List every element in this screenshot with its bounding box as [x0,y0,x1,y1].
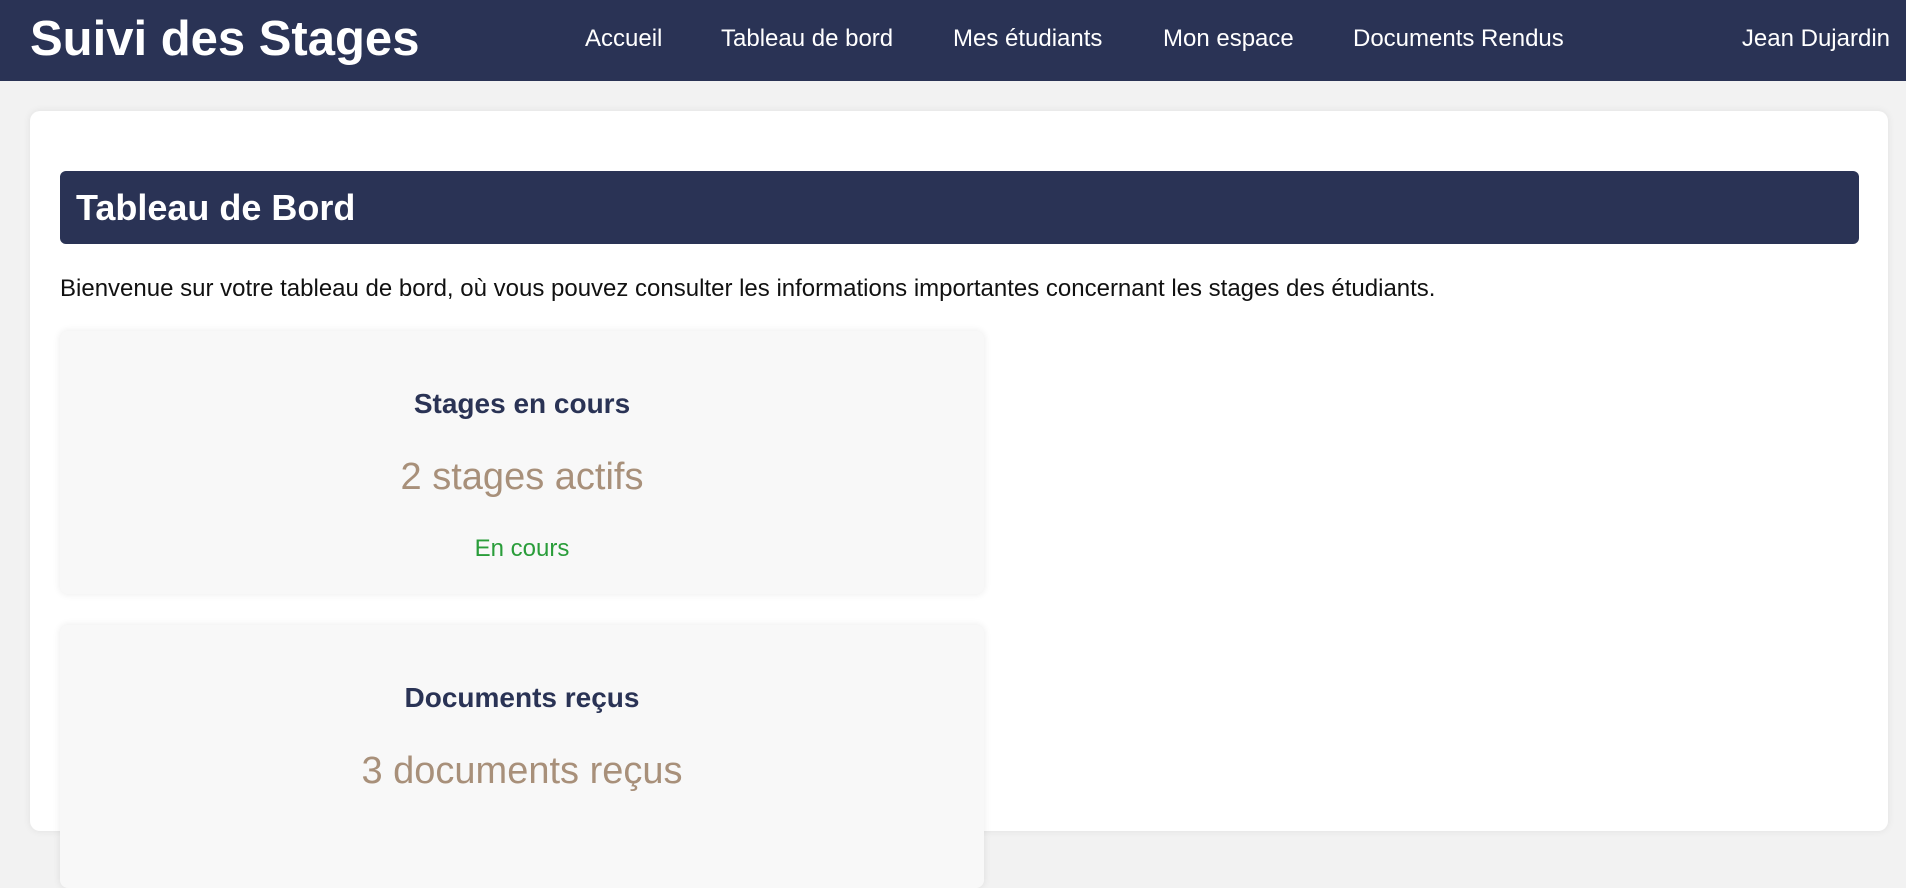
status-text: En cours [474,535,570,562]
page-title-bar: Tableau de Bord [60,171,1859,244]
card-value: 3 documents reçus [361,750,683,792]
card-title: Stages en cours [413,388,631,419]
card-value: 2 stages actifs [400,456,644,498]
nav-documents-rendus[interactable]: Documents Rendus [1353,24,1564,54]
page-title: Tableau de Bord [76,187,356,228]
top-navbar: Suivi des Stages Accueil Tableau de bord… [0,0,1906,81]
nav-mes-etudiants[interactable]: Mes étudiants [953,24,1102,54]
user-name[interactable]: Jean Dujardin [1742,24,1890,54]
card-stages-en-cours: Stages en cours 2 stages actifs En cours [60,331,984,594]
nav-tableau-de-bord[interactable]: Tableau de bord [721,24,893,54]
nav-accueil[interactable]: Accueil [585,24,662,54]
intro-text: Bienvenue sur votre tableau de bord, où … [60,275,1436,302]
main-nav: Accueil Tableau de bord Mes étudiants Mo… [0,24,1906,54]
card-documents-recus: Documents reçus 3 documents reçus [60,625,984,888]
nav-mon-espace[interactable]: Mon espace [1163,24,1294,54]
card-title: Documents reçus [404,682,640,713]
dashboard-panel: Tableau de Bord Bienvenue sur votre tabl… [30,111,1888,888]
